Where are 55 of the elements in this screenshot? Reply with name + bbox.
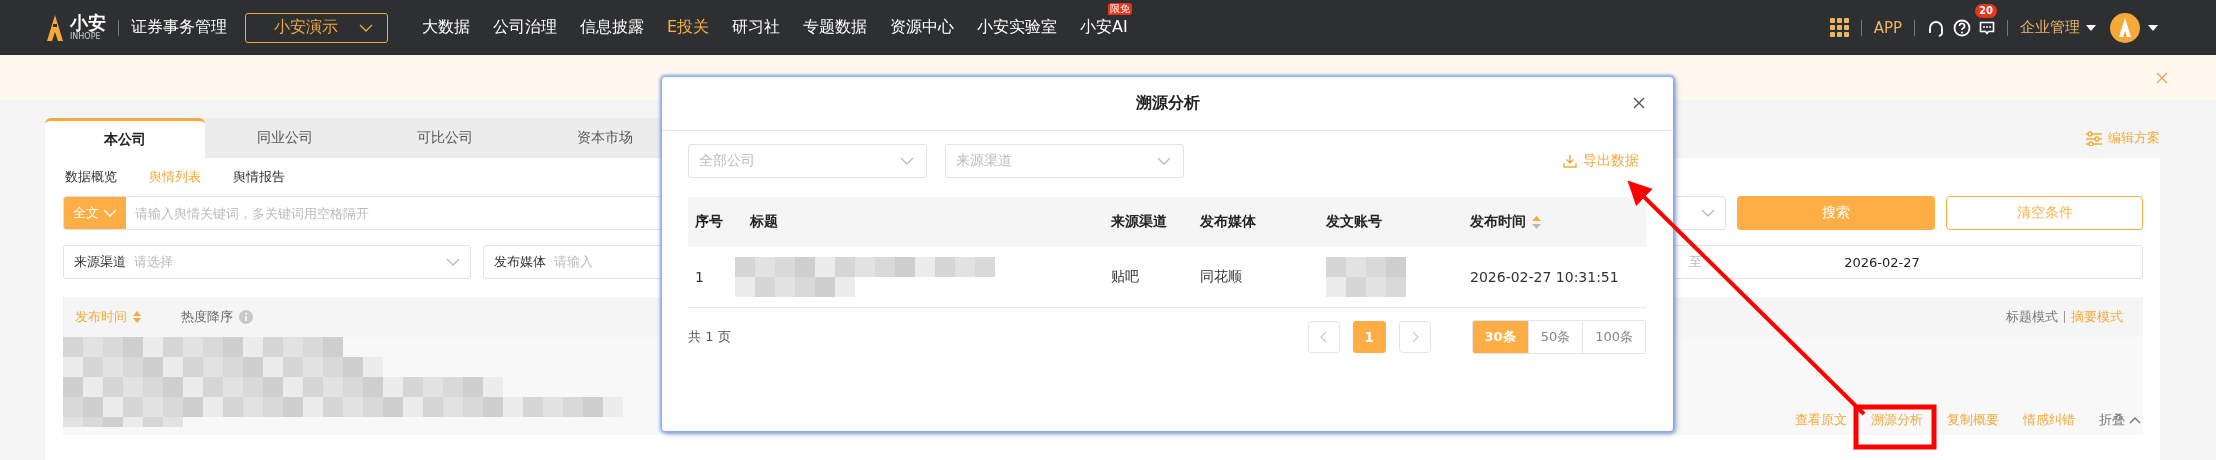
sub-tab[interactable]: 舆情报告 (233, 168, 285, 186)
notification-badge: 20 (1975, 3, 1997, 18)
caret-down-icon[interactable] (2148, 24, 2158, 31)
logo-subtitle: INHOPE (70, 33, 101, 41)
nav-item[interactable]: 信息披露 (580, 17, 644, 36)
column-header: 发布媒体 (1200, 213, 1256, 231)
nav-item[interactable]: 资源中心 (890, 17, 955, 36)
chevron-up-icon (2129, 416, 2141, 424)
nav-item[interactable]: 大数据 (422, 17, 470, 36)
download-icon (1563, 154, 1577, 168)
page-size-option[interactable]: 100条 (1582, 321, 1645, 353)
nav-item[interactable]: 小安实验室 (977, 17, 1058, 36)
company-tab[interactable]: 可比公司 (365, 118, 525, 158)
sort-option[interactable]: 热度降序 (181, 308, 233, 326)
nav-item[interactable]: 小安AI (1080, 17, 1128, 36)
dialog-title: 溯源分析 (1135, 93, 1200, 114)
column-header: 发文账号 (1326, 213, 1382, 231)
chevron-down-icon (1157, 157, 1171, 165)
chevron-down-icon (900, 157, 914, 165)
promo-badge: 限免 (1107, 3, 1132, 15)
chevron-down-icon (446, 258, 460, 266)
apps-grid-icon[interactable] (1829, 18, 1849, 37)
help-icon[interactable] (1953, 18, 1971, 37)
chevron-down-icon (1701, 209, 1715, 217)
column-header: 来源渠道 (1111, 213, 1167, 231)
nav-item[interactable]: 公司治理 (493, 17, 557, 36)
table-cell: 2026-02-27 10:31:51 (1470, 269, 1619, 285)
view-mode-toggle[interactable]: 标题模式 (2006, 308, 2058, 326)
collapse-toggle[interactable]: 折叠 (2099, 411, 2141, 429)
close-icon[interactable] (1633, 97, 1645, 109)
caret-down-icon (2086, 24, 2096, 31)
column-header: 序号 (695, 213, 723, 231)
sub-tab[interactable]: 数据概览 (65, 168, 117, 186)
table-cell: 1 (695, 269, 704, 285)
nav-item[interactable]: 专题数据 (803, 17, 868, 36)
logo-text: 小安 (70, 14, 106, 32)
table-cell: 贴吧 (1111, 268, 1139, 286)
app-link[interactable]: APP (1873, 18, 1902, 37)
company-tab[interactable]: 同业公司 (205, 118, 365, 158)
org-select[interactable]: 小安演示 (245, 12, 388, 43)
nav-item[interactable]: 研习社 (732, 17, 781, 36)
column-header: 标题 (750, 213, 778, 231)
table-cell: 同花顺 (1200, 268, 1242, 286)
chevron-down-icon (359, 23, 373, 32)
sliders-icon[interactable] (2086, 130, 2102, 146)
product-name: 证券事务管理 (131, 17, 227, 38)
chevron-down-icon (103, 209, 117, 217)
company-tab[interactable]: 本公司 (45, 118, 205, 158)
nav-item[interactable]: E投关 (667, 17, 710, 36)
source-select[interactable]: 来源渠道 请选择 (63, 245, 471, 279)
enterprise-menu[interactable]: 企业管理 (2020, 18, 2096, 37)
message-icon[interactable] (1979, 19, 1995, 36)
column-header: 发布时间 (1470, 213, 1526, 231)
page-total: 共 1 页 (688, 328, 731, 346)
avatar[interactable] (2110, 12, 2140, 43)
